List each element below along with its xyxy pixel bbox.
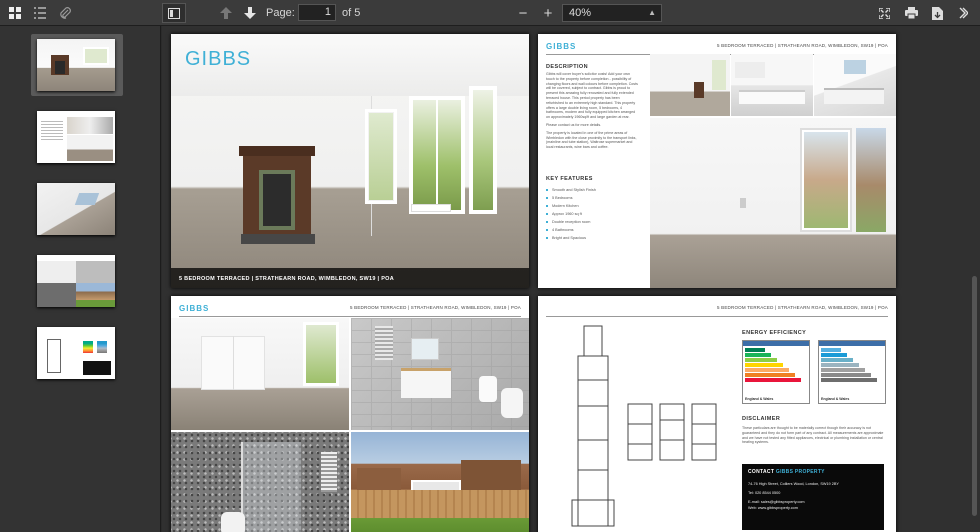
thumbnail-sidebar [0, 26, 161, 532]
garden-photo [351, 432, 529, 532]
thumbnail-page-4[interactable] [31, 250, 123, 312]
kitchen-photo-2 [814, 54, 896, 116]
fullscreen-icon[interactable] [876, 3, 892, 23]
header-divider [179, 316, 521, 317]
thumbnail-image [37, 327, 115, 379]
page-header-text: 5 BEDROOM TERRACED | STRATHEARN ROAD, WI… [717, 43, 888, 48]
list-item: Smooth and Stylish Finish [546, 186, 638, 194]
contact-name: GIBBS PROPERTY [775, 469, 825, 475]
page-header-text: 5 BEDROOM TERRACED | STRATHEARN ROAD, WI… [350, 305, 521, 310]
thumbnail-image [37, 111, 115, 163]
attachments-icon[interactable] [56, 3, 74, 23]
contact-address: 74-76 High Street, Colliers Wood, London… [748, 482, 839, 486]
contact-web: Web: www.gibbsproperty.com [748, 506, 798, 510]
key-features-heading: KEY FEATURES [546, 176, 593, 182]
contact-label: CONTACT [748, 469, 775, 475]
arrow-down-icon[interactable] [240, 3, 260, 23]
room-photo [171, 34, 529, 288]
list-item: Approx 1960 sq ft [546, 210, 638, 218]
cover-caption: 5 BEDROOM TERRACED | STRATHEARN ROAD, WI… [179, 276, 395, 282]
thumbnail-page-3[interactable] [31, 178, 123, 240]
gibbs-logo: GIBBS [185, 48, 252, 70]
scrollbar[interactable] [972, 276, 977, 516]
document-viewer[interactable]: GIBBS 5 BEDROOM TERRACED | STRATHEARN RO… [162, 26, 980, 532]
description-paragraph: Please contact us for more details. [546, 122, 602, 127]
page-2: GIBBS 5 BEDROOM TERRACED | STRATHEARN RO… [538, 34, 896, 288]
zoom-in-button[interactable]: + [541, 3, 555, 23]
list-item: Double reception room [546, 218, 638, 226]
zoom-select[interactable]: 40% ▲▼ [562, 4, 662, 33]
outline-icon[interactable] [31, 3, 49, 23]
thumbnail-image [37, 39, 115, 91]
contact-tel: Tel: 020 8544 0500 [748, 491, 781, 495]
zoom-value: 40% [569, 7, 592, 19]
thumbnail-page-1[interactable] [31, 34, 123, 96]
disclaimer-text: These particulars are thought to be mate… [742, 426, 884, 445]
print-icon[interactable] [903, 3, 919, 23]
description-paragraph: The property is located in one of the pr… [546, 130, 637, 150]
description-paragraph: Gibbs will cover buyer's solicitor costs… [546, 72, 638, 120]
bathroom-photo [351, 318, 529, 430]
gibbs-logo: GIBBS [179, 304, 210, 313]
energy-efficiency-heading: ENERGY EFFICIENCY [742, 330, 807, 336]
page-label: Page: [266, 7, 295, 19]
page-1: GIBBS 5 BEDROOM TERRACED | STRATHEARN RO… [171, 34, 529, 288]
more-icon[interactable] [956, 3, 970, 23]
toolbar: Page: 1 of 5 − + 40% ▲▼ [0, 0, 980, 33]
gibbs-logo: GIBBS [546, 42, 577, 51]
description-heading: DESCRIPTION [546, 64, 588, 70]
epc-chart-right: England & Wales [818, 340, 886, 404]
disclaimer-heading: DISCLAIMER [742, 416, 781, 422]
page-3: GIBBS 5 BEDROOM TERRACED | STRATHEARN RO… [171, 296, 529, 532]
grid-view-icon[interactable] [6, 3, 24, 23]
bedroom-photo [171, 318, 349, 430]
header-divider [546, 316, 888, 317]
thumbnail-image [37, 255, 115, 307]
thumbnail-image [37, 183, 115, 235]
kitchen-photo [731, 54, 813, 116]
list-item: Modern Kitchen [546, 202, 638, 210]
thumbnail-page-5[interactable] [31, 322, 123, 384]
living-room-photo [650, 54, 730, 116]
epc-chart-left: England & Wales [742, 340, 810, 404]
epc-footer: England & Wales [745, 397, 774, 401]
page-header-text: 5 BEDROOM TERRACED | STRATHEARN ROAD, WI… [717, 305, 888, 310]
shower-room-photo [171, 432, 349, 532]
bedroom-photo [650, 118, 896, 288]
description-text: Gibbs will cover buyer's solicitor costs… [546, 72, 638, 150]
contact-box: CONTACT GIBBS PROPERTY 74-76 High Street… [742, 464, 884, 530]
zoom-out-button[interactable]: − [516, 3, 530, 23]
list-item: 4 Bathrooms [546, 226, 638, 234]
arrow-up-icon[interactable] [216, 3, 236, 23]
key-features-list: Smooth and Stylish Finish 5 Bedrooms Mod… [546, 186, 638, 242]
page-4: 5 BEDROOM TERRACED | STRATHEARN ROAD, WI… [538, 296, 896, 532]
page-count: of 5 [342, 7, 361, 19]
page-number-input[interactable]: 1 [298, 4, 336, 21]
download-icon[interactable] [929, 3, 945, 23]
floorplan [552, 320, 732, 530]
list-item: 5 Bedrooms [546, 194, 638, 202]
list-item: Bright and Spacious [546, 234, 638, 242]
sidebar-toggle-icon[interactable] [162, 3, 186, 23]
thumbnail-page-2[interactable] [31, 106, 123, 168]
epc-footer: England & Wales [821, 397, 850, 401]
